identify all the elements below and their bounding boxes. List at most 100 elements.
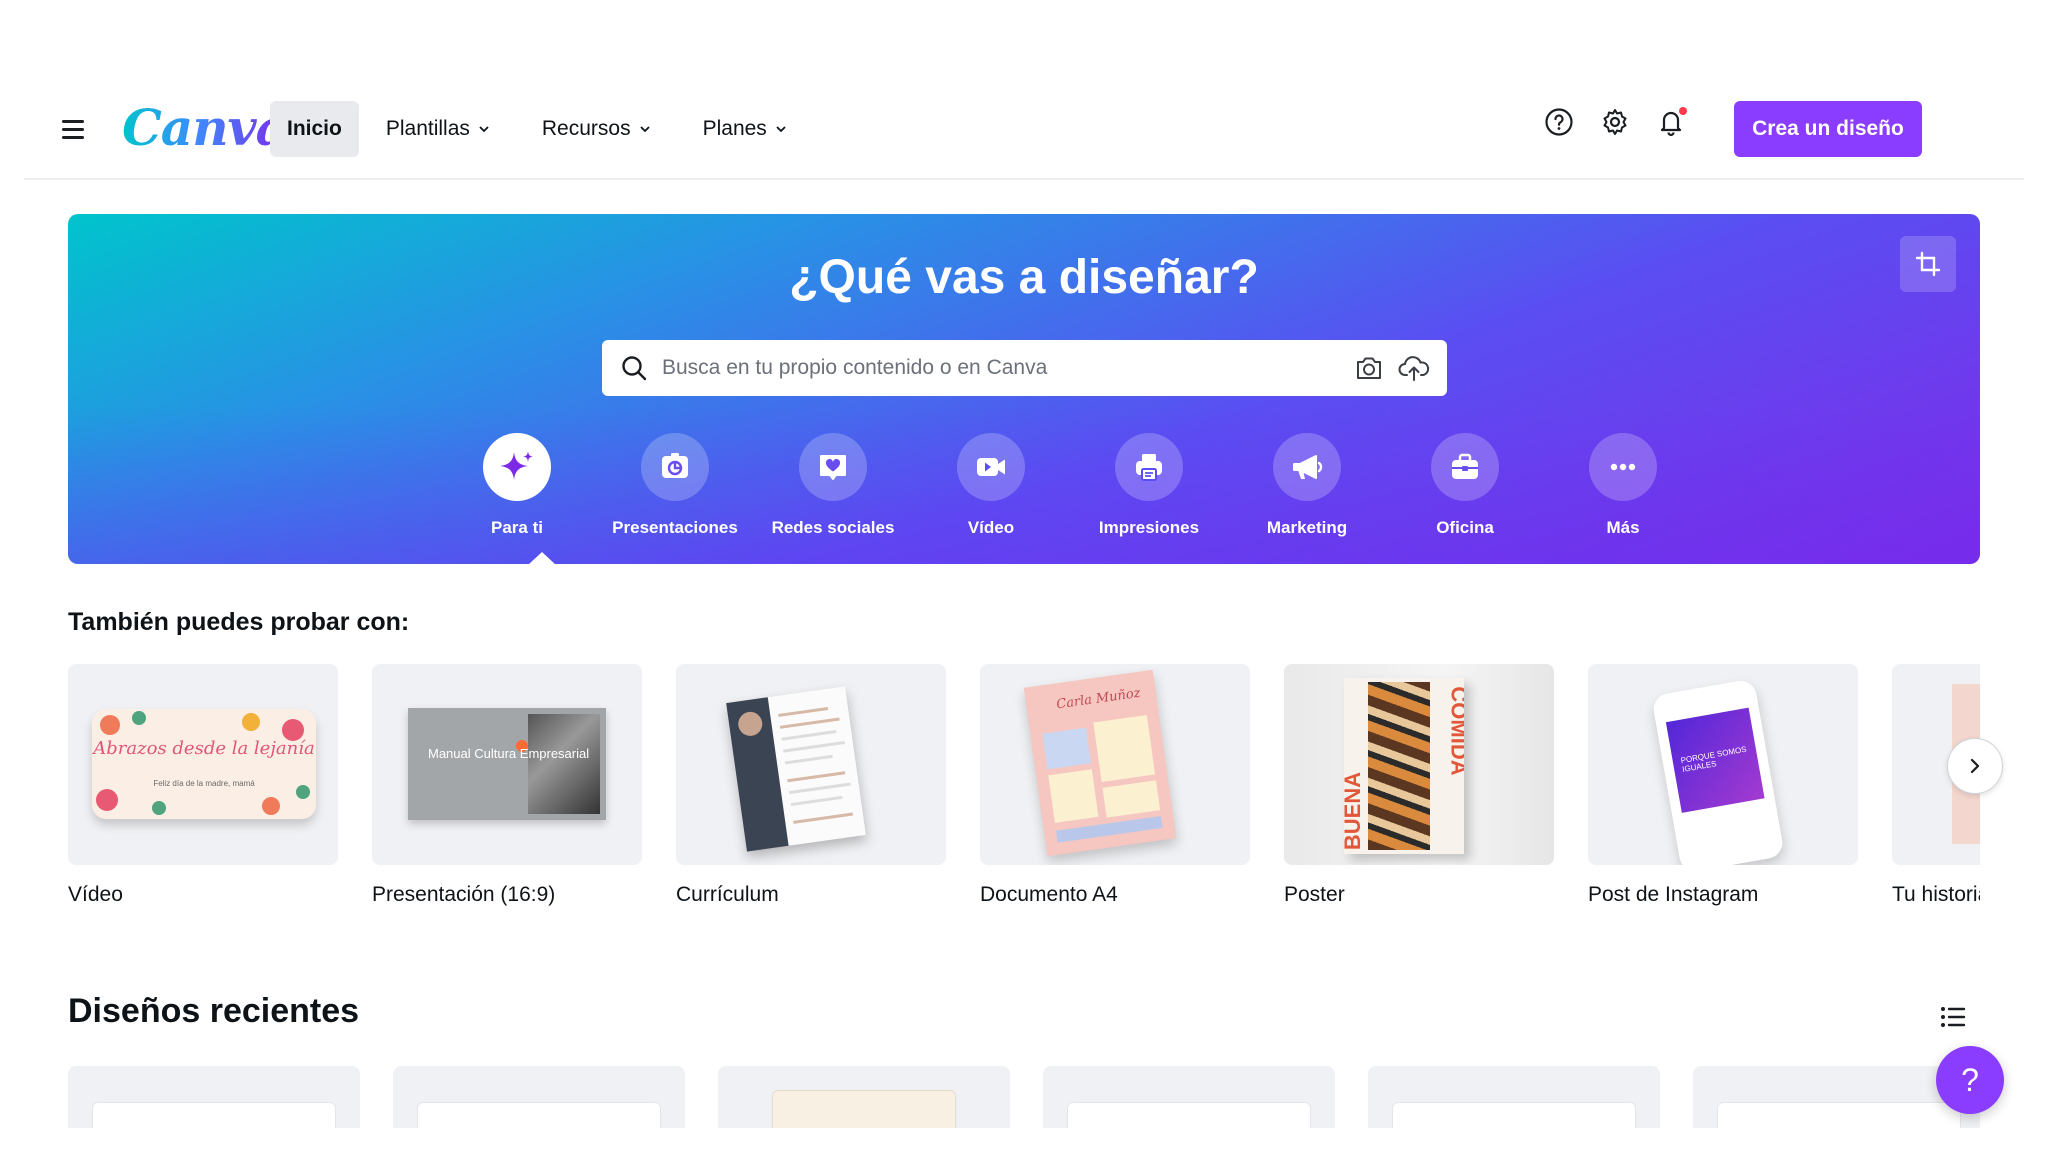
gear-icon[interactable] <box>1598 105 1632 139</box>
video-camera-icon <box>957 433 1025 501</box>
category-mas[interactable]: Más <box>1544 433 1702 538</box>
document-thumbnail-art: Carla Muñoz <box>1023 669 1177 857</box>
nav-plantillas[interactable]: Plantillas <box>369 101 507 157</box>
chevron-down-icon <box>639 126 650 133</box>
document-art-name: Carla Muñoz <box>1055 685 1142 713</box>
megaphone-icon <box>1273 433 1341 501</box>
printer-icon <box>1115 433 1183 501</box>
thumbnail: Abrazos desde la lejanía Feliz día de la… <box>68 664 338 865</box>
design-type-label: Presentación (16:9) <box>372 883 556 906</box>
nav-recursos[interactable]: Recursos <box>525 101 668 157</box>
hero-title: ¿Qué vas a diseñar? <box>789 251 1259 304</box>
instagram-art-text: PORQUE SOMOS IGUALES <box>1680 744 1748 775</box>
category-oficina[interactable]: Oficina <box>1386 433 1544 538</box>
design-type-video[interactable]: Abrazos desde la lejanía Feliz día de la… <box>68 664 338 907</box>
nav-recursos-label: Recursos <box>541 117 631 140</box>
nav-planes-label: Planes <box>702 117 767 140</box>
poster-thumbnail-art: BUENA COMIDA <box>1344 678 1464 854</box>
top-header: Canva Inicio Plantillas Recursos Planes <box>24 78 2024 180</box>
help-icon[interactable] <box>1542 105 1576 139</box>
thumbnail: PORQUE SOMOS IGUALES <box>1588 664 1858 865</box>
presentation-art-title: Manual Cultura Empresarial <box>428 746 590 761</box>
chevron-down-icon <box>776 126 786 133</box>
category-presentaciones[interactable]: Presentaciones <box>596 433 754 538</box>
category-redes-sociales[interactable]: Redes sociales <box>754 433 912 538</box>
resume-thumbnail-art <box>726 686 866 852</box>
recent-design-card[interactable] <box>1043 1066 1335 1128</box>
carousel-next-button[interactable] <box>1947 738 2003 794</box>
sparkles-icon <box>483 433 551 501</box>
category-label: Más <box>1606 518 1640 537</box>
category-marketing[interactable]: Marketing <box>1228 433 1386 538</box>
design-type-carousel: Abrazos desde la lejanía Feliz día de la… <box>68 664 1980 924</box>
chevron-down-icon <box>479 126 489 133</box>
video-thumbnail-art: Abrazos desde la lejanía Feliz día de la… <box>92 709 316 819</box>
category-label: Presentaciones <box>612 518 738 537</box>
nav-inicio-label: Inicio <box>287 117 342 140</box>
design-type-label: Poster <box>1284 883 1345 906</box>
category-list: Para ti Presentaciones Redes sociales Ví… <box>438 433 1702 538</box>
search-bar[interactable] <box>602 340 1447 396</box>
category-label: Vídeo <box>967 518 1015 537</box>
video-art-title: Abrazos desde la lejanía <box>93 738 315 759</box>
category-label: Para ti <box>491 518 543 537</box>
design-type-label: Tu historia <box>1892 883 1980 906</box>
category-label: Impresiones <box>1098 518 1200 537</box>
create-design-button[interactable]: Crea un diseño <box>1734 101 1922 157</box>
canva-logo[interactable]: Canva <box>122 98 288 157</box>
design-type-poster[interactable]: BUENA COMIDA Poster <box>1284 664 1554 907</box>
thumbnail <box>676 664 946 865</box>
presentation-icon <box>641 433 709 501</box>
design-type-label: Documento A4 <box>980 883 1118 906</box>
thumbnail: Manual Cultura Empresarial <box>372 664 642 865</box>
nav-inicio[interactable]: Inicio <box>270 101 359 157</box>
recent-design-card[interactable] <box>718 1066 1010 1128</box>
presentation-thumbnail-art: Manual Cultura Empresarial <box>408 708 606 820</box>
design-type-presentation[interactable]: Manual Cultura Empresarial Presentación … <box>372 664 642 907</box>
search-icon <box>622 356 647 381</box>
camera-icon[interactable] <box>1354 354 1384 382</box>
recent-design-card[interactable] <box>68 1066 360 1128</box>
recent-design-card[interactable] <box>393 1066 685 1128</box>
help-chat-button[interactable]: ? <box>1936 1046 2004 1114</box>
poster-art-word-2: COMIDA <box>1446 686 1464 776</box>
category-label: Marketing <box>1266 518 1348 537</box>
video-art-subtitle: Feliz día de la madre, mamá <box>153 779 255 788</box>
category-label: Redes sociales <box>771 518 895 537</box>
crop-icon[interactable] <box>1900 236 1956 292</box>
main-nav: Inicio Plantillas Recursos Planes <box>270 101 804 157</box>
nav-planes[interactable]: Planes <box>686 101 804 157</box>
design-type-label: Vídeo <box>68 883 123 906</box>
recent-designs-grid <box>68 1066 1980 1128</box>
menu-icon[interactable] <box>62 120 86 140</box>
category-impresiones[interactable]: Impresiones <box>1070 433 1228 538</box>
search-input[interactable] <box>662 340 1342 396</box>
chevron-right-icon <box>1970 758 1980 774</box>
nav-plantillas-label: Plantillas <box>385 117 470 140</box>
notification-dot <box>1679 107 1687 115</box>
category-label: Oficina <box>1436 518 1494 537</box>
heart-chat-icon <box>799 433 867 501</box>
design-type-instagram-post[interactable]: PORQUE SOMOS IGUALES Post de Instagram <box>1588 664 1858 907</box>
briefcase-icon <box>1431 433 1499 501</box>
active-category-pointer <box>528 552 556 564</box>
poster-art-word-1: BUENA <box>1344 771 1366 851</box>
design-type-label: Post de Instagram <box>1588 883 1759 906</box>
design-type-document-a4[interactable]: Carla Muñoz Documento A4 <box>980 664 1250 907</box>
list-view-icon[interactable] <box>1938 1002 1968 1032</box>
cloud-upload-icon[interactable] <box>1398 353 1430 383</box>
design-type-label: Currículum <box>676 883 779 906</box>
thumbnail: Carla Muñoz <box>980 664 1250 865</box>
more-dots-icon <box>1589 433 1657 501</box>
category-para-ti[interactable]: Para ti <box>438 433 596 538</box>
instagram-thumbnail-art: PORQUE SOMOS IGUALES <box>1651 678 1785 865</box>
design-type-resume[interactable]: Currículum <box>676 664 946 907</box>
bell-icon[interactable] <box>1654 105 1688 139</box>
header-actions <box>1542 105 1688 139</box>
thumbnail: BUENA COMIDA <box>1284 664 1554 865</box>
recent-design-card[interactable] <box>1368 1066 1660 1128</box>
hero-banner: ¿Qué vas a diseñar? Para ti Presentacion… <box>68 214 1980 564</box>
category-video[interactable]: Vídeo <box>912 433 1070 538</box>
section-title: También puedes probar con: <box>68 608 410 636</box>
recent-designs-title: Diseños recientes <box>68 992 360 1030</box>
